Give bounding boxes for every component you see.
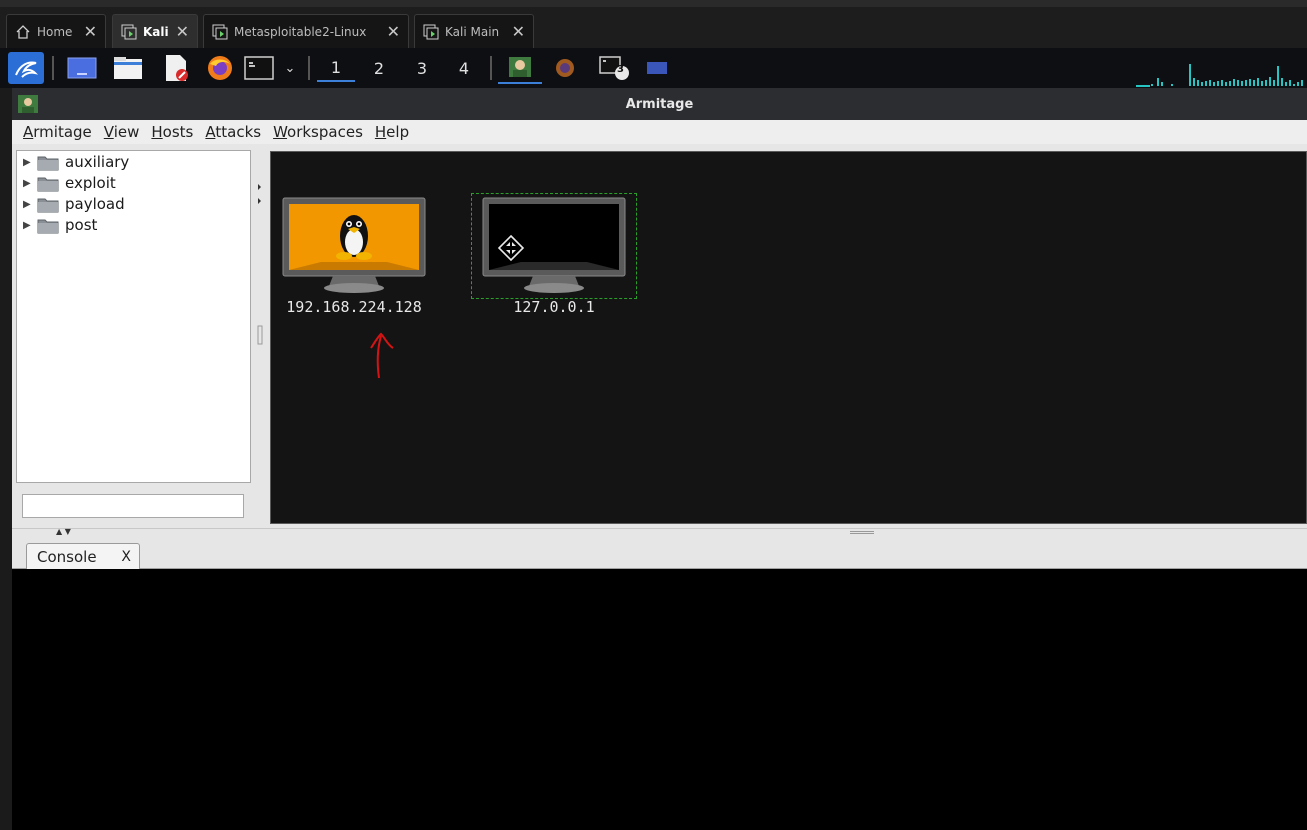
close-icon[interactable]: ✕ [84, 22, 97, 41]
unknown-host-icon [482, 197, 626, 293]
menu-help[interactable]: Help [375, 123, 409, 141]
folder-icon [37, 198, 59, 212]
kali-menu-button[interactable] [8, 52, 44, 84]
tree-item-label: payload [65, 195, 125, 213]
menu-workspaces[interactable]: Workspaces [273, 123, 363, 141]
close-icon[interactable]: ✕ [387, 22, 400, 41]
window-titlebar[interactable]: Armitage [12, 88, 1307, 120]
menu-armitage[interactable]: Armitage [23, 123, 92, 141]
window-title: Armitage [625, 96, 694, 112]
terminal-button[interactable] [242, 52, 276, 84]
taskbar-window-firefox[interactable] [548, 52, 582, 84]
vm-tab-kali[interactable]: Kali ✕ [112, 14, 198, 48]
taskbar-window-armitage[interactable] [498, 52, 542, 84]
menu-hosts[interactable]: Hosts [151, 123, 193, 141]
vm-tab-label: Home [37, 24, 73, 39]
panel-splitter[interactable] [255, 144, 268, 528]
vm-tab-bar: Home ✕ Kali ✕ Metasploitable2-Linux ✕ Ka… [0, 0, 1307, 48]
cpu-usage-graph [1136, 64, 1303, 87]
close-icon[interactable]: ✕ [512, 22, 525, 41]
folder-icon [37, 156, 59, 170]
vm-tab-metasploitable[interactable]: Metasploitable2-Linux ✕ [203, 14, 409, 48]
taskbar-window-desktop[interactable] [642, 52, 672, 84]
splitter-arrows-icon[interactable]: ▲ ▼ [56, 527, 71, 536]
tree-item-label: auxiliary [65, 153, 130, 171]
tree-item-label: post [65, 216, 98, 234]
text-editor-button[interactable] [158, 52, 194, 84]
vm-icon [121, 24, 137, 39]
taskbar-separator [490, 56, 492, 80]
tree-item-label: exploit [65, 174, 116, 192]
expand-arrow-icon[interactable]: ▶ [23, 157, 37, 168]
host-localhost[interactable]: 127.0.0.1 [471, 196, 637, 316]
vm-tab-label: Metasploitable2-Linux [234, 24, 367, 39]
folder-icon [37, 219, 59, 233]
expand-arrow-icon[interactable]: ▶ [23, 220, 37, 231]
text-editor-icon [166, 55, 188, 81]
host-ip-label: 192.168.224.128 [286, 298, 422, 316]
folder-icon [37, 177, 59, 191]
workspace-1[interactable]: 1 [317, 54, 355, 82]
tree-item-exploit[interactable]: ▶ exploit [23, 173, 116, 193]
vm-icon [423, 24, 439, 39]
drag-handle-icon[interactable] [850, 531, 874, 534]
vm-tab-home[interactable]: Home ✕ [6, 14, 106, 48]
show-desktop-button[interactable] [64, 52, 100, 84]
desktop-icon [67, 57, 97, 79]
workspace-4[interactable]: 4 [445, 54, 483, 82]
taskbar-separator [308, 56, 310, 80]
vm-icon [212, 24, 228, 39]
host-graph-panel[interactable]: 192.168.224.128 127.0.0.1 [270, 151, 1307, 524]
armitage-icon [509, 57, 531, 77]
firefox-icon [208, 56, 232, 80]
module-tree: ▶ auxiliary ▶ exploit ▶ payload ▶ post [16, 150, 251, 483]
tree-item-auxiliary[interactable]: ▶ auxiliary [23, 152, 129, 172]
host-ip-label: 127.0.0.1 [513, 298, 595, 316]
kali-dragon-icon [15, 61, 39, 78]
linux-host-icon [282, 197, 426, 293]
console-tab-strip: Console X [12, 540, 1307, 569]
menu-attacks[interactable]: Attacks [205, 123, 261, 141]
console-splitter[interactable]: ▲ ▼ [12, 527, 1307, 540]
close-icon[interactable]: ✕ [176, 22, 189, 41]
menu-bar: Armitage View Hosts Attacks Workspaces H… [12, 120, 1307, 144]
terminal-icon [244, 56, 274, 80]
file-manager-button[interactable] [110, 52, 146, 84]
firefox-icon [556, 59, 574, 77]
expand-arrow-icon[interactable]: ▶ [23, 199, 37, 210]
tab-console-label: Console [37, 547, 97, 566]
armitage-icon [18, 95, 38, 113]
vm-tab-label: Kali [143, 24, 169, 39]
taskbar-window-terminal[interactable]: 3 [594, 52, 634, 84]
annotation-arrow-icon [370, 332, 394, 379]
kali-taskbar: ⌄ 1 2 3 4 3 [0, 48, 1307, 88]
terminal-icon [599, 56, 629, 80]
menu-view[interactable]: View [104, 123, 140, 141]
window-left-edge [0, 88, 12, 830]
host-linux[interactable]: 192.168.224.128 [271, 196, 437, 379]
console-output[interactable] [12, 569, 1307, 830]
main-area: ▶ auxiliary ▶ exploit ▶ payload ▶ post 1… [12, 144, 1307, 528]
desktop-icon [647, 62, 667, 74]
close-tab-button[interactable]: X [121, 549, 131, 565]
firefox-button[interactable] [202, 52, 238, 84]
tree-item-post[interactable]: ▶ post [23, 215, 97, 235]
home-icon [16, 24, 30, 39]
vm-tab-kali-main[interactable]: Kali Main ✕ [414, 14, 534, 48]
chevron-down-icon[interactable]: ⌄ [280, 52, 300, 84]
tab-console[interactable]: Console X [26, 543, 140, 569]
workspace-3[interactable]: 3 [403, 54, 441, 82]
workspace-2[interactable]: 2 [360, 54, 398, 82]
expand-arrow-icon[interactable]: ▶ [23, 178, 37, 189]
module-search-input[interactable] [22, 494, 244, 518]
window-count-badge: 3 [617, 64, 624, 75]
tree-item-payload[interactable]: ▶ payload [23, 194, 125, 214]
vm-tab-label: Kali Main [445, 24, 500, 39]
folder-icon [114, 57, 142, 79]
taskbar-separator [52, 56, 54, 80]
